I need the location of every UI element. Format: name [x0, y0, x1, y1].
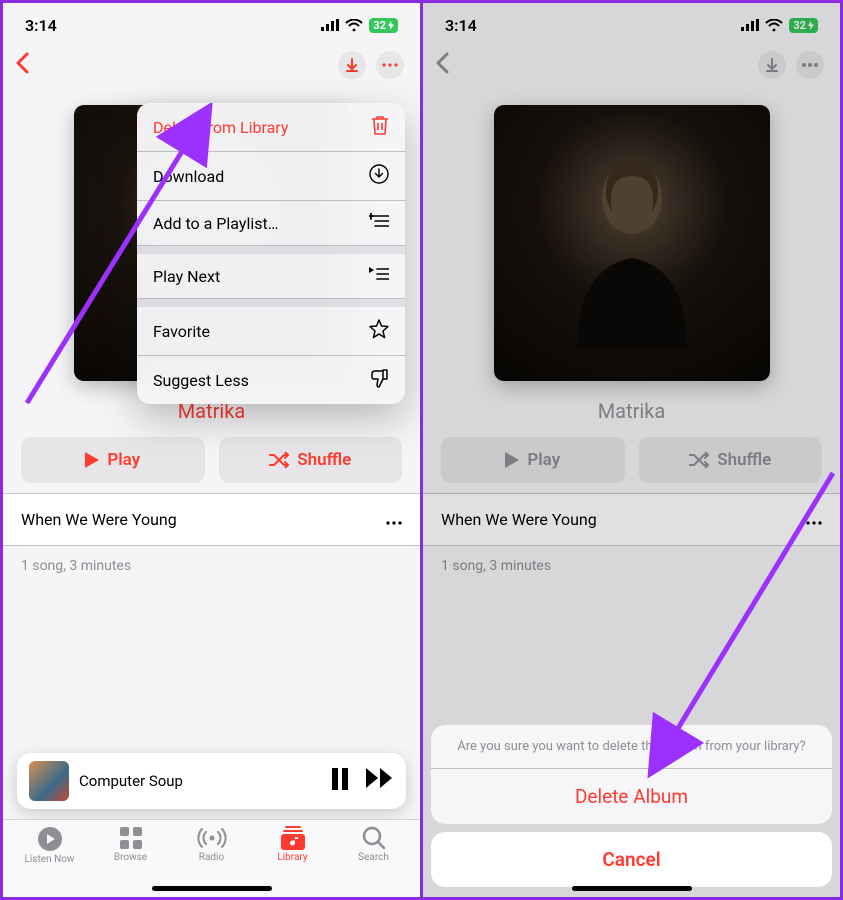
play-next-icon: [369, 266, 389, 286]
menu-play-next[interactable]: Play Next: [137, 254, 405, 299]
menu-favorite[interactable]: Favorite: [137, 307, 405, 356]
action-sheet-message: Are you sure you want to delete this alb…: [431, 725, 832, 769]
star-icon: [369, 319, 389, 343]
more-button[interactable]: [376, 51, 404, 79]
album-meta: 1 song, 3 minutes: [3, 546, 420, 586]
track-title: When We Were Young: [21, 510, 177, 529]
menu-suggest-less[interactable]: Suggest Less: [137, 356, 405, 404]
trash-icon: [371, 115, 389, 139]
tab-search[interactable]: Search: [333, 826, 414, 897]
menu-download[interactable]: Download: [137, 152, 405, 201]
download-button[interactable]: [338, 51, 366, 79]
battery-icon: 32: [369, 18, 398, 33]
action-sheet: Are you sure you want to delete this alb…: [431, 725, 832, 887]
shuffle-icon: [269, 452, 289, 468]
wifi-icon: [345, 19, 363, 32]
play-icon: [85, 452, 99, 468]
status-bar: 3:14 32: [3, 3, 420, 47]
back-button[interactable]: [15, 52, 31, 78]
nav-bar: [3, 47, 420, 83]
playlist-add-icon: [369, 213, 389, 233]
home-indicator[interactable]: [572, 886, 692, 891]
now-playing-bar[interactable]: Computer Soup: [17, 753, 406, 809]
menu-delete-from-library[interactable]: Delete from Library: [137, 103, 405, 152]
track-row[interactable]: When We Were Young: [3, 493, 420, 546]
shuffle-button[interactable]: Shuffle: [219, 437, 403, 483]
home-indicator[interactable]: [152, 886, 272, 891]
signal-icon: [321, 19, 339, 31]
thumbs-down-icon: [369, 368, 389, 392]
now-playing-art: [29, 761, 69, 801]
track-more-icon[interactable]: [386, 510, 402, 529]
context-menu: Delete from Library Download Add to a Pl…: [137, 103, 405, 404]
forward-button[interactable]: [366, 768, 394, 794]
delete-album-button[interactable]: Delete Album: [431, 769, 832, 824]
pause-button[interactable]: [330, 768, 350, 794]
menu-add-to-playlist[interactable]: Add to a Playlist…: [137, 201, 405, 246]
clock: 3:14: [25, 16, 57, 35]
now-playing-title: Computer Soup: [79, 772, 320, 790]
tab-listen-now[interactable]: Listen Now: [9, 826, 90, 897]
download-icon: [369, 164, 389, 188]
play-button[interactable]: Play: [21, 437, 205, 483]
cancel-button[interactable]: Cancel: [431, 832, 832, 887]
